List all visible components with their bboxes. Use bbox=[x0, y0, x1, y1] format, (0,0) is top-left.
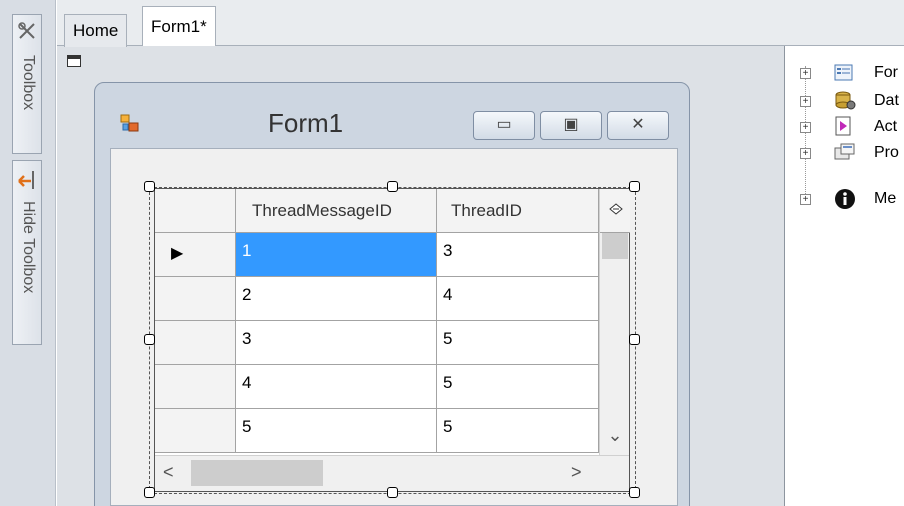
tree-item-label: Dat bbox=[874, 92, 899, 109]
tools-icon bbox=[18, 22, 35, 39]
action-icon bbox=[835, 116, 851, 136]
expand-icon[interactable]: + bbox=[800, 148, 811, 159]
minimize-button[interactable]: ▭ bbox=[473, 111, 535, 140]
resize-handle[interactable] bbox=[629, 487, 640, 498]
resize-handle[interactable] bbox=[387, 181, 398, 192]
tab-form1[interactable]: Form1* bbox=[142, 6, 216, 46]
resize-handle[interactable] bbox=[144, 181, 155, 192]
selection-border bbox=[149, 187, 636, 494]
hide-arrow-icon bbox=[18, 171, 34, 189]
tree-item-label: Act bbox=[874, 118, 898, 135]
explorer-panel bbox=[786, 46, 904, 506]
expand-icon[interactable]: + bbox=[800, 68, 811, 79]
form-app-icon bbox=[120, 114, 139, 132]
form-title: Form1 bbox=[268, 108, 344, 138]
resize-handle[interactable] bbox=[387, 487, 398, 498]
toolbox-tab[interactable]: Toolbox bbox=[12, 14, 42, 154]
resize-handle[interactable] bbox=[144, 487, 155, 498]
tree-item-label: Pro bbox=[874, 144, 899, 161]
toolbox-strip: Toolbox Hide Toolbox bbox=[0, 0, 56, 506]
maximize-button[interactable]: ▣ bbox=[540, 111, 602, 140]
expand-icon[interactable]: + bbox=[800, 122, 811, 133]
tree-item-label: Me bbox=[874, 190, 897, 207]
close-button[interactable]: ✕ bbox=[607, 111, 669, 140]
tab-home[interactable]: Home bbox=[64, 14, 128, 47]
hide-toolbox-label: Hide Toolbox bbox=[20, 201, 37, 294]
database-icon bbox=[835, 91, 856, 110]
resize-handle[interactable] bbox=[629, 334, 640, 345]
form-icon bbox=[834, 64, 853, 81]
component-tray-icon[interactable] bbox=[67, 55, 81, 67]
resize-handle[interactable] bbox=[629, 181, 640, 192]
hide-toolbox-tab[interactable]: Hide Toolbox bbox=[12, 160, 42, 345]
tree-item-label: For bbox=[874, 64, 898, 81]
property-icon bbox=[834, 143, 855, 160]
info-icon bbox=[835, 189, 855, 209]
toolbox-label: Toolbox bbox=[20, 55, 37, 111]
expand-icon[interactable]: + bbox=[800, 96, 811, 107]
expand-icon[interactable]: + bbox=[800, 194, 811, 205]
resize-handle[interactable] bbox=[144, 334, 155, 345]
